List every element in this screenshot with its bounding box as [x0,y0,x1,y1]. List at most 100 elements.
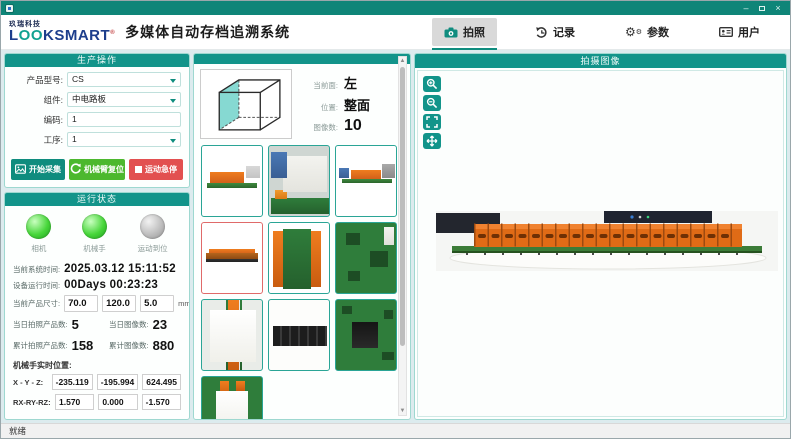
thumbnail[interactable] [201,376,263,419]
robot-reset-button[interactable]: 机械臂复位 [69,159,125,180]
status-bar: 就绪 [1,423,790,438]
capture-overview-header [194,54,410,64]
motion-status: 运动到位 [138,214,168,254]
process-label: 工序: [13,134,63,146]
robot-position-panel: 机械手实时位置: X - Y - Z: -235.119 -195.994 62… [5,356,189,414]
position-value: 整面 [344,95,370,114]
fit-screen-button[interactable] [423,114,441,130]
image-icon [15,164,26,176]
uptime-row: 设备运行时间: 00Days 00:23:23 [5,277,189,293]
thumbnail[interactable] [335,299,397,371]
process-select[interactable]: 1 [67,132,181,147]
scrollbar-thumb[interactable] [400,67,405,346]
cube-icon [203,71,289,137]
title-bar: – × [1,1,790,15]
header: 玖瑞科技 LOOKSMART® 多媒体自动存档追溯系统 拍照 记录 ⚙⚙ 参数 [1,15,790,50]
camera-status: 相机 [26,214,51,254]
code-label: 编码: [13,114,63,126]
thumbnail-scrollbar[interactable]: ▲ ▼ [398,56,407,416]
rxryrz-row: RX-RY-RZ: 1.570 0.000 -1.570 [13,394,181,410]
size-height-value: 5.0 [140,295,174,312]
ry-value: 0.000 [98,394,137,410]
total-counts-row: 累计拍照产品数:158 累计图像数:880 [5,335,189,356]
size-length-value: 70.0 [64,295,98,312]
captured-image [436,211,778,271]
production-panel: 生产操作 产品型号: CS 组件: 中电路板 编码: 1 工 [4,53,190,188]
zoom-in-icon [426,78,438,90]
captured-image-panel: 拍摄图像 [414,53,787,420]
system-time-row: 当前系统时间: 2025.03.12 15:11:52 [5,261,189,277]
tab-capture[interactable]: 拍照 [432,18,497,46]
product-model-label: 产品型号: [13,74,63,86]
today-images-count: 23 [153,317,167,332]
tab-params[interactable]: ⚙⚙ 参数 [613,18,681,46]
thumbnail[interactable] [268,222,330,294]
thumbnail[interactable] [335,145,397,217]
code-input[interactable]: 1 [67,112,181,127]
zoom-in-button[interactable] [423,76,441,92]
main-area: 生产操作 产品型号: CS 组件: 中电路板 编码: 1 工 [1,50,790,423]
id-card-icon [719,26,733,38]
maximize-button[interactable] [754,3,770,13]
fit-screen-icon [426,116,438,128]
status-text: 就绪 [9,426,26,436]
tab-label: 记录 [553,24,575,40]
tab-records[interactable]: 记录 [523,18,587,46]
z-value: 624.495 [142,374,181,390]
thumbnail[interactable] [268,145,330,217]
application-window: – × 玖瑞科技 LOOKSMART® 多媒体自动存档追溯系统 拍照 记录 [0,0,791,439]
thumbnail[interactable] [335,222,397,294]
chevron-down-icon [170,79,176,83]
emergency-stop-button[interactable]: 运动急停 [129,159,183,180]
thumbnail[interactable] [201,222,263,294]
thumbnail[interactable] [201,299,263,371]
production-panel-title: 生产操作 [5,54,189,67]
image-count-value: 10 [344,117,362,135]
start-capture-button[interactable]: 开始采集 [11,159,65,180]
refresh-icon [70,163,81,176]
minimize-button[interactable]: – [738,3,754,13]
app-icon [5,4,14,13]
scroll-down-icon[interactable]: ▼ [399,407,406,415]
y-value: -195.994 [97,374,139,390]
position-row: 位置: 整面 [300,95,404,114]
total-products-count: 158 [72,338,94,353]
today-products-count: 5 [72,317,79,332]
tab-label: 参数 [647,24,669,40]
cube-face-indicator [200,69,292,139]
history-icon [535,26,548,39]
viewer-toolbar [423,76,441,149]
robot-status: 机械手 [82,214,107,254]
thumbnail-area [194,143,410,419]
camera-status-light [26,214,51,239]
brand-logo: 玖瑞科技 LOOKSMART® [9,21,115,43]
thumbnail[interactable] [201,145,263,217]
tab-users[interactable]: 用户 [707,18,772,46]
scroll-up-icon[interactable]: ▲ [399,57,406,65]
main-nav: 拍照 记录 ⚙⚙ 参数 用户 [432,18,782,46]
close-button[interactable]: × [770,3,786,13]
today-counts-row: 当日拍照产品数:5 当日图像数:23 [5,314,189,335]
system-time-value: 2025.03.12 15:11:52 [64,263,176,275]
pan-button[interactable] [423,133,441,149]
captured-image-title: 拍摄图像 [415,54,786,68]
pan-icon [426,135,438,147]
component-label: 组件: [13,94,63,106]
zoom-out-button[interactable] [423,95,441,111]
image-viewer[interactable] [417,70,784,417]
logo-text: LOOKSMART® [9,28,115,43]
tab-label: 拍照 [463,24,485,40]
status-panel-title: 运行状态 [5,193,189,206]
total-images-count: 880 [153,338,175,353]
thumbnail[interactable] [268,299,330,371]
component-select[interactable]: 中电路板 [67,92,181,107]
current-face-row: 当前面: 左 [300,73,404,92]
running-status-panel: 运行状态 相机 机械手 运动到位 当前系统时 [4,192,190,420]
tab-label: 用户 [738,24,760,40]
motion-status-light [140,214,165,239]
chevron-down-icon [170,99,176,103]
stop-icon [135,166,142,173]
rx-value: 1.570 [55,394,94,410]
product-size-row: 当前产品尺寸: 70.0 120.0 5.0 mm [5,293,189,314]
product-model-select[interactable]: CS [67,72,181,87]
